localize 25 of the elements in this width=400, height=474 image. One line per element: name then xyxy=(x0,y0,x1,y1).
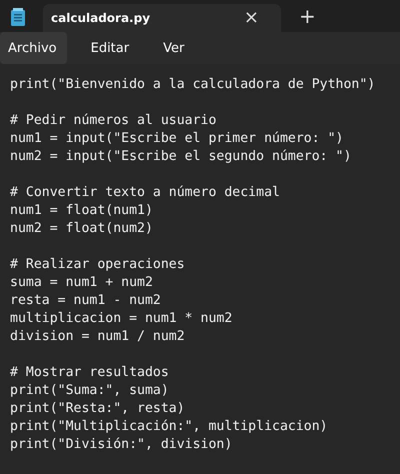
code-line: # Mostrar resultados xyxy=(10,364,170,382)
menu-item[interactable]: Ver xyxy=(155,32,194,64)
code-line: division = num1 / num2 xyxy=(10,328,186,346)
code-line: num2 = input("Escribe el segundo número: ") xyxy=(10,148,352,166)
menu-item[interactable]: Editar xyxy=(82,32,140,64)
code-line: print("División:", division) xyxy=(10,436,234,454)
code-line: print("Resta:", resta) xyxy=(10,400,186,418)
tab-title: calculadora.py xyxy=(51,11,152,25)
code-line: suma = num1 + num2 xyxy=(10,274,154,292)
menu-item[interactable]: Archivo xyxy=(0,32,67,64)
code-line: multiplicacion = num1 * num2 xyxy=(10,310,234,328)
code-line: num1 = float(num1) xyxy=(10,202,154,220)
code-line: # Convertir texto a número decimal xyxy=(10,184,281,202)
code-line: # Pedir números al usuario xyxy=(10,112,218,130)
notepad-icon xyxy=(11,8,25,26)
code-line: resta = num1 - num2 xyxy=(10,292,162,310)
code-line: num2 = float(num2) xyxy=(10,220,154,238)
code-line: num1 = input("Escribe el primer número: ") xyxy=(10,130,344,148)
new-tab-button[interactable]: + xyxy=(293,4,322,28)
code-line: # Realizar operaciones xyxy=(10,256,186,274)
close-button[interactable]: × xyxy=(244,9,273,27)
file-tab[interactable]: calculadora.py × xyxy=(43,4,281,32)
code-line: print("Multiplicación:", multiplicacion) xyxy=(10,418,329,436)
code-line: print("Suma:", suma) xyxy=(10,382,170,400)
code-line: print("Bienvenido a la calculadora de Python") xyxy=(10,76,376,94)
